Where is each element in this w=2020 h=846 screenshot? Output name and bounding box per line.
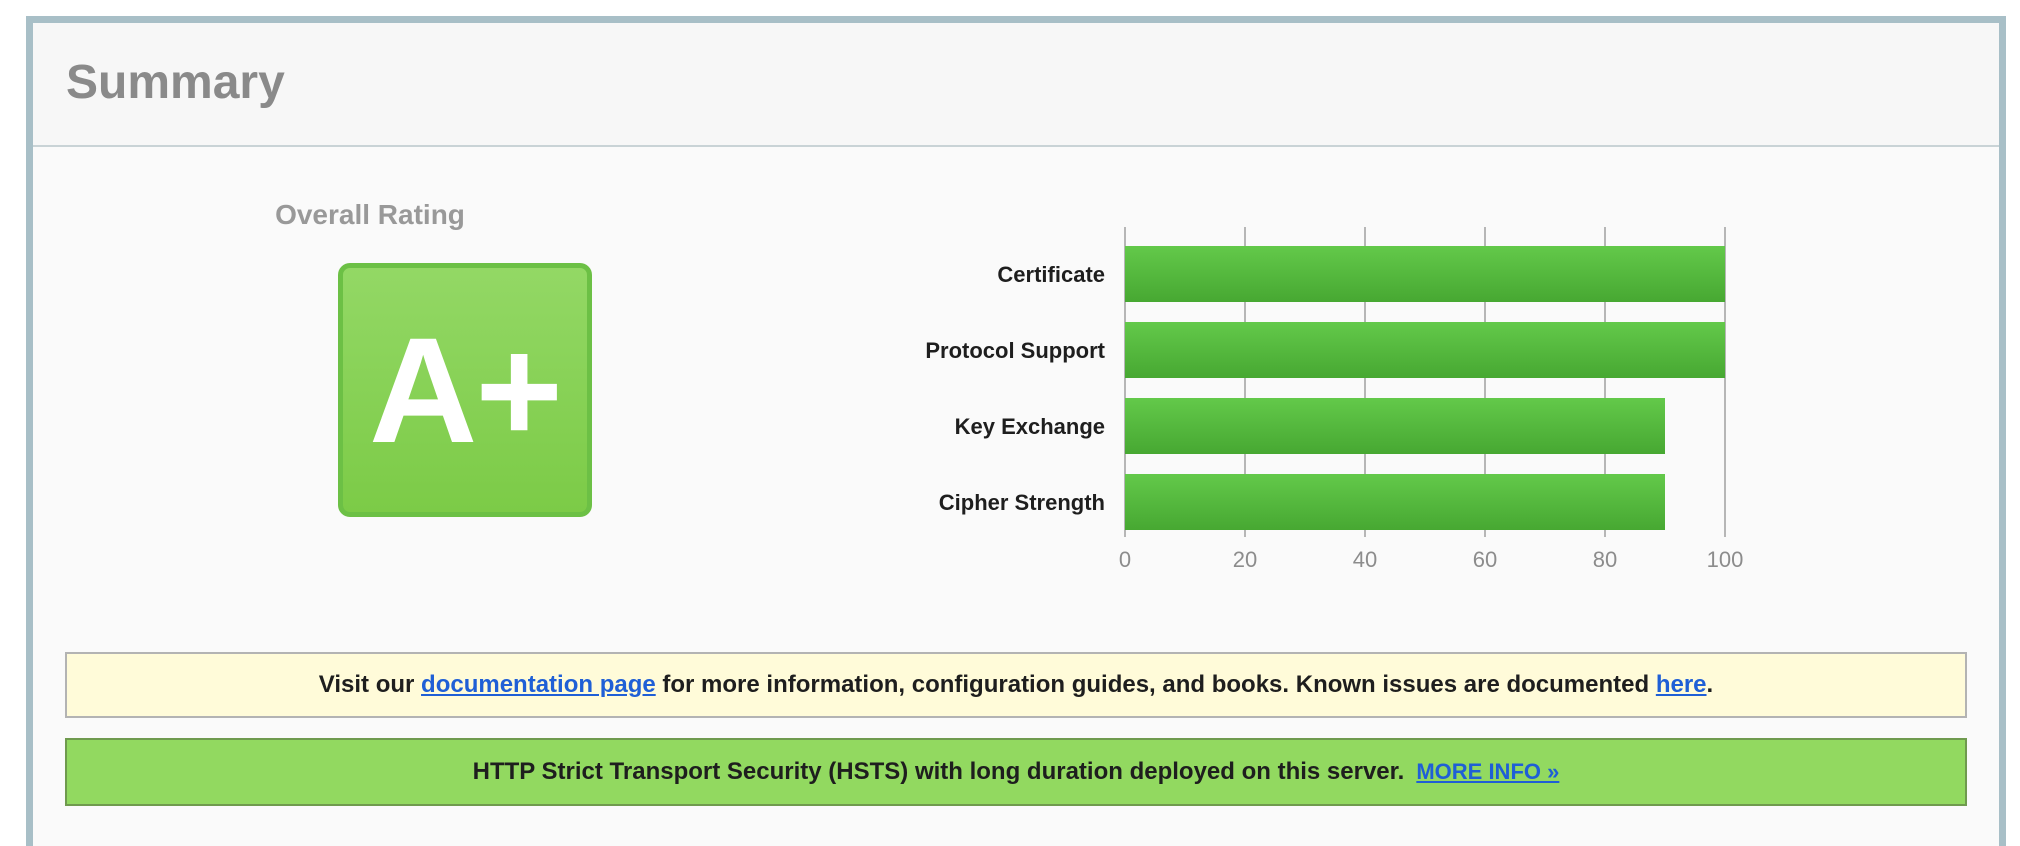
bar-certificate <box>1125 246 1725 302</box>
notice-prefix: Visit our <box>318 671 422 698</box>
rating-bar-chart: 0 20 40 60 80 100 Certificate Protocol Support K… <box>925 227 1744 572</box>
known-issues-link[interactable]: here <box>1656 671 1707 698</box>
bar-cipher-strength <box>1125 474 1665 530</box>
documentation-notice: Visit our documentation page for more in… <box>65 652 1967 718</box>
bar-key-exchange <box>1125 398 1665 454</box>
x-tick-label: 80 <box>1593 547 1617 572</box>
category-label: Key Exchange <box>955 414 1105 439</box>
hsts-text: HTTP Strict Transport Security (HSTS) wi… <box>472 758 1405 785</box>
summary-panel: Summary Overall Rating A+ 0 20 40 60 80 100 Ce… <box>26 16 2006 846</box>
notice-middle: for more information, configuration guid… <box>655 671 1656 698</box>
more-info-link[interactable]: MORE INFO » <box>1416 759 1559 784</box>
x-tick-label: 40 <box>1353 547 1377 572</box>
x-tick-label: 100 <box>1707 547 1744 572</box>
notice-suffix: . <box>1706 671 1714 698</box>
x-tick-label: 20 <box>1233 547 1257 572</box>
documentation-page-link[interactable]: documentation page <box>421 671 656 698</box>
category-label: Cipher Strength <box>939 490 1105 515</box>
x-tick-label: 0 <box>1119 547 1131 572</box>
hsts-notice: HTTP Strict Transport Security (HSTS) wi… <box>65 738 1967 806</box>
bar-protocol-support <box>1125 322 1725 378</box>
category-label: Certificate <box>997 262 1105 287</box>
category-label: Protocol Support <box>925 338 1105 363</box>
x-tick-label: 60 <box>1473 547 1497 572</box>
